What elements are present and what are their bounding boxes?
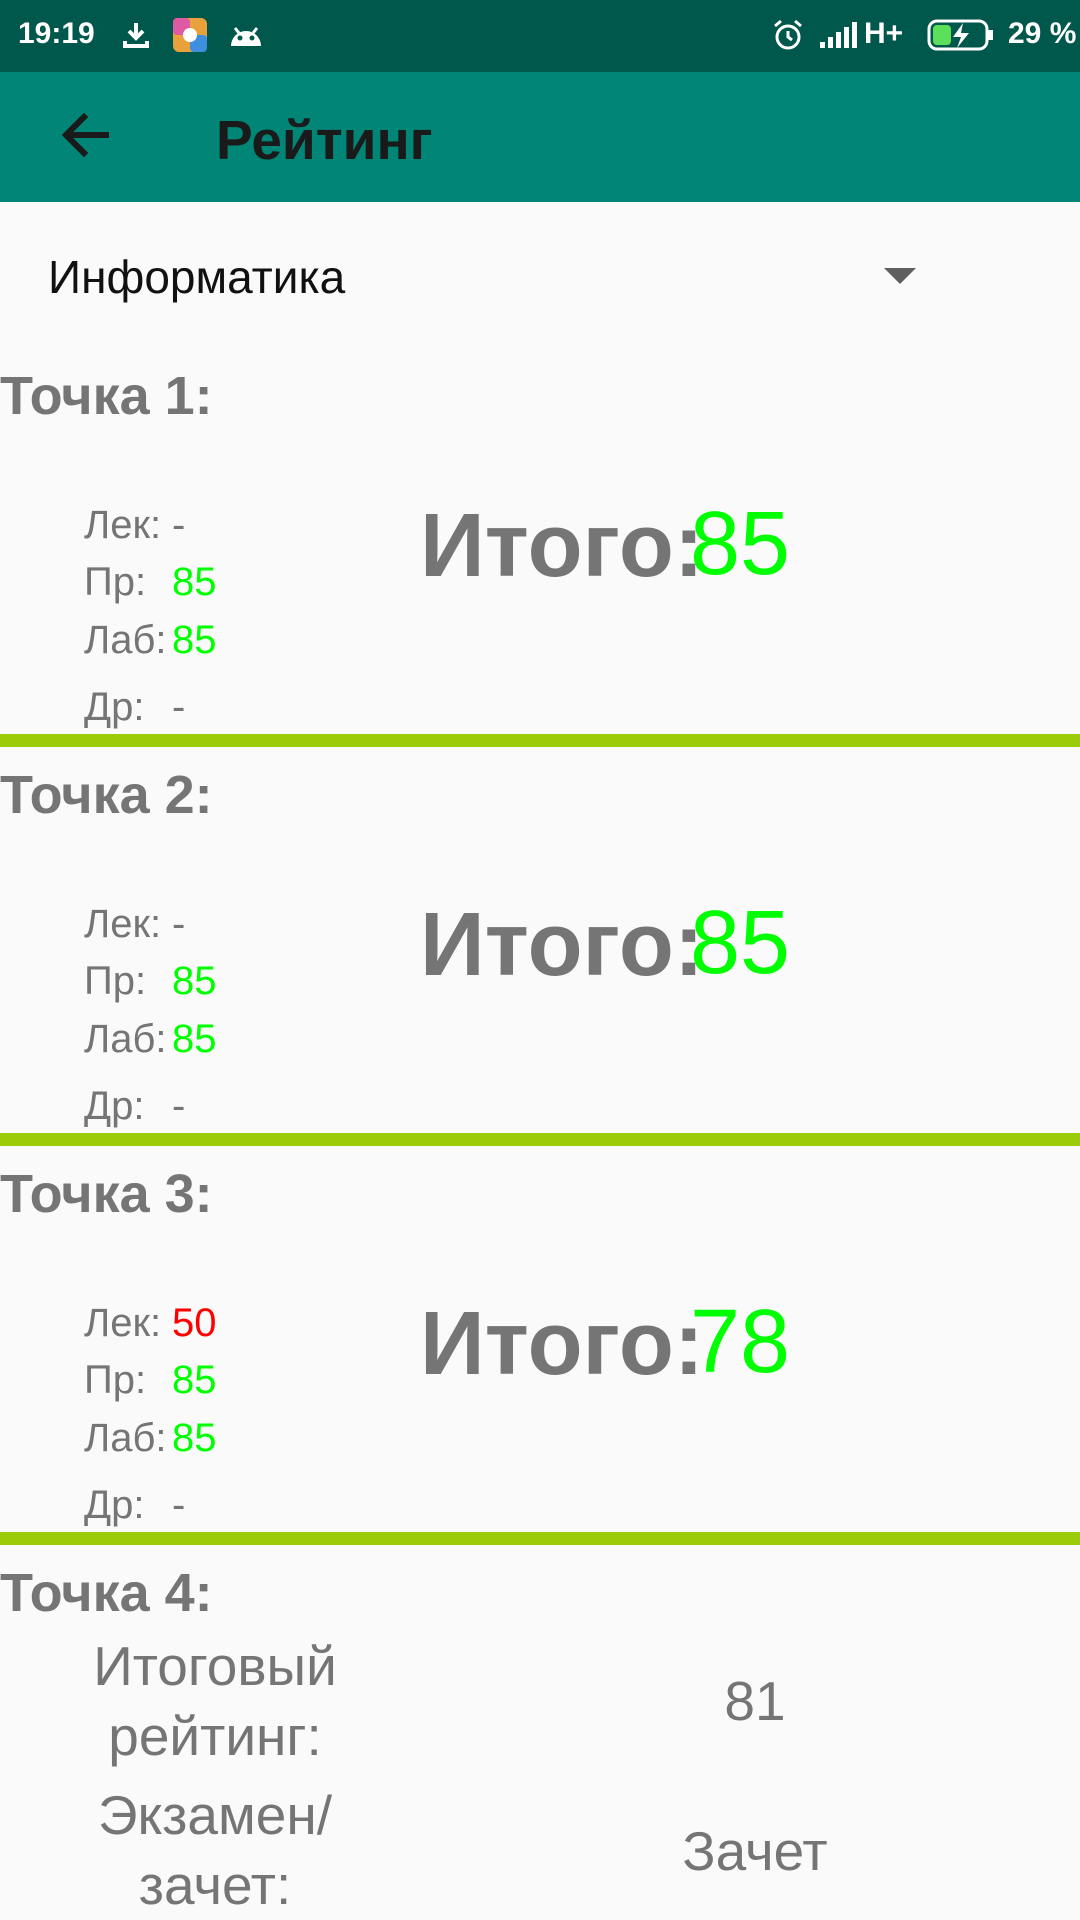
dropdown-arrow-icon: [884, 268, 916, 284]
final-rating-label: Итоговый рейтинг:: [40, 1631, 390, 1771]
point-title: Точка 4:: [0, 1563, 213, 1623]
pr-value: 85: [172, 959, 217, 1003]
arrow-back-icon: [60, 112, 110, 163]
lec-label: Лек:: [84, 1301, 162, 1345]
exam-value: Зачет: [682, 1820, 828, 1882]
total-value: 85: [690, 893, 791, 993]
lec-label: Лек:: [84, 902, 162, 946]
section-divider: [0, 1133, 1080, 1146]
pr-label: Пр:: [84, 560, 147, 604]
other-value: -: [172, 1483, 186, 1527]
page-title: Рейтинг: [216, 109, 433, 171]
pr-value: 85: [172, 560, 217, 604]
total-label: Итого:: [420, 1294, 704, 1394]
app-bar: Рейтинг: [0, 72, 1080, 202]
lab-value: 85: [172, 1416, 217, 1460]
lab-label: Лаб:: [84, 1017, 167, 1061]
lec-label: Лек:: [84, 503, 162, 547]
other-label: Др:: [84, 685, 145, 729]
lec-value: -: [172, 503, 186, 547]
download-icon: [118, 15, 154, 55]
point-section-1: Точка 1: Лек: - Пр: 85 Лаб: 85 Др: - Ито…: [0, 365, 1080, 765]
app-icon: [172, 15, 208, 55]
total-value: 85: [690, 494, 791, 594]
point-section-4: Точка 4: Итоговый рейтинг: 81 Экзамен/ з…: [0, 1562, 1080, 1920]
exam-label: Экзамен/ зачет:: [40, 1780, 390, 1920]
total-value: 78: [690, 1292, 791, 1392]
subject-dropdown-value: Информатика: [48, 251, 346, 303]
signal-icon: [818, 15, 862, 55]
status-time: 19:19: [18, 17, 95, 50]
final-rating-value: 81: [724, 1670, 786, 1732]
total-label: Итого:: [420, 496, 704, 596]
pr-label: Пр:: [84, 959, 147, 1003]
lab-label: Лаб:: [84, 618, 167, 662]
section-divider: [0, 734, 1080, 747]
point-title: Точка 1:: [0, 366, 213, 426]
point-title: Точка 2:: [0, 765, 213, 825]
android-icon: [226, 15, 266, 55]
lec-value: -: [172, 902, 186, 946]
exam-label-line: зачет:: [138, 1854, 292, 1916]
lec-value: 50: [172, 1301, 217, 1345]
other-value: -: [172, 685, 186, 729]
network-type: H+: [864, 17, 904, 50]
lab-label: Лаб:: [84, 1416, 167, 1460]
subject-dropdown[interactable]: Информатика: [0, 232, 1080, 322]
status-bar: 19:19 H+ 29 %: [0, 0, 1080, 72]
lab-value: 85: [172, 618, 217, 662]
back-button[interactable]: [40, 97, 130, 177]
other-label: Др:: [84, 1084, 145, 1128]
point-title: Точка 3:: [0, 1164, 213, 1224]
lab-value: 85: [172, 1017, 217, 1061]
exam-label-line: Экзамен/: [97, 1784, 333, 1846]
final-rating-label-line: рейтинг:: [108, 1705, 322, 1767]
pr-label: Пр:: [84, 1358, 147, 1402]
point-section-2: Точка 2: Лек: - Пр: 85 Лаб: 85 Др: - Ито…: [0, 764, 1080, 1164]
battery-icon: [926, 15, 996, 55]
total-label: Итого:: [420, 895, 704, 995]
alarm-icon: [770, 15, 806, 55]
battery-percent: 29 %: [1008, 17, 1077, 50]
section-divider: [0, 1532, 1080, 1545]
final-rating-label-line: Итоговый: [93, 1635, 337, 1697]
other-label: Др:: [84, 1483, 145, 1527]
point-section-3: Точка 3: Лек: 50 Пр: 85 Лаб: 85 Др: - Ит…: [0, 1163, 1080, 1563]
pr-value: 85: [172, 1358, 217, 1402]
other-value: -: [172, 1084, 186, 1128]
